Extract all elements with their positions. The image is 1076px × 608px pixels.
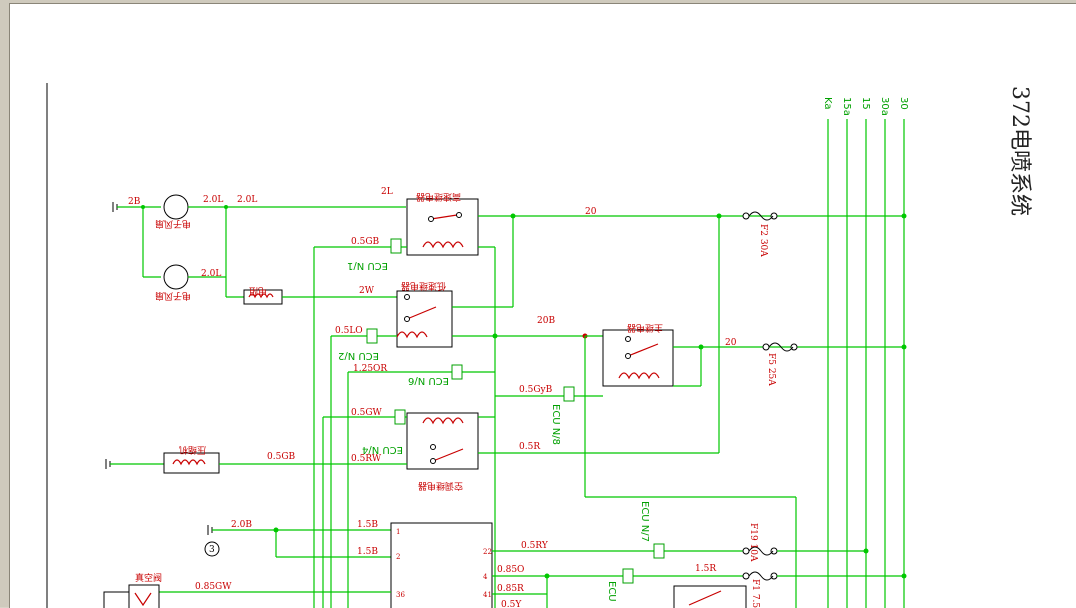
- busbar-group: 30 30a 15 15a Ka: [822, 97, 909, 608]
- wire-label-relay2-in: 2W: [359, 286, 375, 296]
- fan-motor-1-icon: [163, 194, 189, 220]
- wire-label-2-0b: 2.0B: [231, 520, 252, 530]
- ground-number: 3: [209, 545, 215, 555]
- ecu-label-n7: ECU N/7: [639, 501, 650, 542]
- busbar-label-30a: 30a: [879, 97, 890, 116]
- wire-label-0-85gw: 0.85GW: [195, 582, 232, 592]
- fuse-f19: F19 10A: [742, 523, 869, 562]
- wire-label-relay3-coil: 0.5GW: [351, 408, 383, 418]
- ecu-pin-41: 41: [483, 591, 492, 599]
- compressor-label: 压缩机: [179, 444, 206, 456]
- wire-label-0-5r: 0.5R: [519, 442, 540, 452]
- relay-low-label: 低速继电器: [401, 280, 446, 292]
- ecu-label-n2: ECU N/2: [338, 350, 379, 361]
- wire-label-1-5b-a: 1.5B: [357, 520, 378, 530]
- wire-label-relay1-coil: 0.5GB: [351, 237, 380, 247]
- relay-main: 主继电器 20: [602, 322, 907, 387]
- fan-motor-2-icon: [163, 264, 189, 290]
- relay-ac-label: 空调继电器: [418, 480, 463, 492]
- busbar-label-ka: Ka: [822, 97, 833, 110]
- busbar-label-15: 15: [860, 97, 871, 110]
- ecu-pin-1: 1: [396, 528, 400, 536]
- wire-label-0-85r: 0.85R: [497, 584, 524, 594]
- ecu-pin-22: 22: [483, 548, 492, 556]
- wire-label-main-out: 20: [725, 338, 737, 348]
- ecu-block: [390, 522, 493, 608]
- busbar-label-15a: 15a: [841, 97, 852, 116]
- compressor-resistor: [163, 452, 220, 474]
- wire-label-0-5ry: 0.5RY: [521, 541, 549, 551]
- relay-ac: 空调继电器: [406, 412, 479, 492]
- ecu-pin-36: 36: [396, 591, 405, 599]
- wire-label-0-85o: 0.85O: [497, 565, 524, 575]
- fuse-f1: F1 7.5A: [742, 571, 907, 608]
- ecu-label-n6: ECU N/6: [408, 375, 449, 386]
- wire-label-relay2-coil: 0.5LO: [335, 326, 363, 336]
- fuse-f2: F2 30A: [742, 211, 778, 257]
- wire-label-1-5b-b: 1.5B: [357, 547, 378, 557]
- ecu-label-n1: ECU N/1: [347, 260, 388, 271]
- schematic-sheet: 372电喷系统 30 30a 15 15a Ka 2B 2.0L 2.0L 2.…: [9, 3, 1076, 608]
- document-viewer: 372电喷系统 30 30a 15 15a Ka 2B 2.0L 2.0L 2.…: [0, 0, 1076, 608]
- vacuum-valve-label: 真空阀: [135, 572, 162, 584]
- wire-label-0-5gb: 0.5GB: [267, 452, 296, 462]
- relay-bottom: [673, 585, 747, 608]
- vacuum-valve-housing: [103, 591, 130, 608]
- ecu-label-bottom: ECU: [606, 581, 617, 602]
- wire-label-relay1-in: 2L: [381, 187, 393, 197]
- ecu-label-n8: ECU N/8: [550, 404, 561, 445]
- ecu-pin-2: 2: [396, 553, 400, 561]
- ecu-pin-4: 4: [483, 573, 488, 581]
- wire-label-2b: 2B: [128, 197, 141, 207]
- fuse-f5: F5 25A: [762, 342, 798, 386]
- diagram-title: 372电喷系统: [1007, 86, 1032, 216]
- relay-high-label: 高速继电器: [416, 191, 461, 203]
- busbar-label-30: 30: [898, 97, 909, 110]
- wire-label-fan-top-a: 2.0L: [203, 195, 223, 205]
- wiring-schematic: 372电喷系统 30 30a 15 15a Ka 2B 2.0L 2.0L 2.…: [46, 83, 1032, 608]
- fan-2-label: 电子风扇: [155, 290, 191, 302]
- fuse-f5-label: F5 25A: [766, 353, 776, 386]
- fuse-f19-label: F19 10A: [748, 523, 758, 562]
- wire-label-main-feed: 20B: [537, 316, 555, 326]
- fuse-f1-label: F1 7.5A: [750, 579, 760, 608]
- wire-label-fan-top-b: 2.0L: [237, 195, 257, 205]
- wire-label-fan-bottom: 2.0L: [201, 269, 221, 279]
- fan-1-label: 电子风扇: [155, 218, 191, 230]
- wire-label-bus-main: 20: [585, 207, 597, 217]
- wire-label-0-5rw: 0.5RW: [351, 454, 382, 464]
- relay-main-label: 主继电器: [627, 322, 663, 334]
- wire-label-1-5r: 1.5R: [695, 564, 716, 574]
- resistor-1-label: 电阻: [249, 285, 267, 297]
- fuse-f2-label: F2 30A: [758, 224, 768, 257]
- wire-label-1-25or: 1.25OR: [353, 364, 387, 374]
- wire-label-0-5gyb: 0.5GyB: [519, 385, 553, 395]
